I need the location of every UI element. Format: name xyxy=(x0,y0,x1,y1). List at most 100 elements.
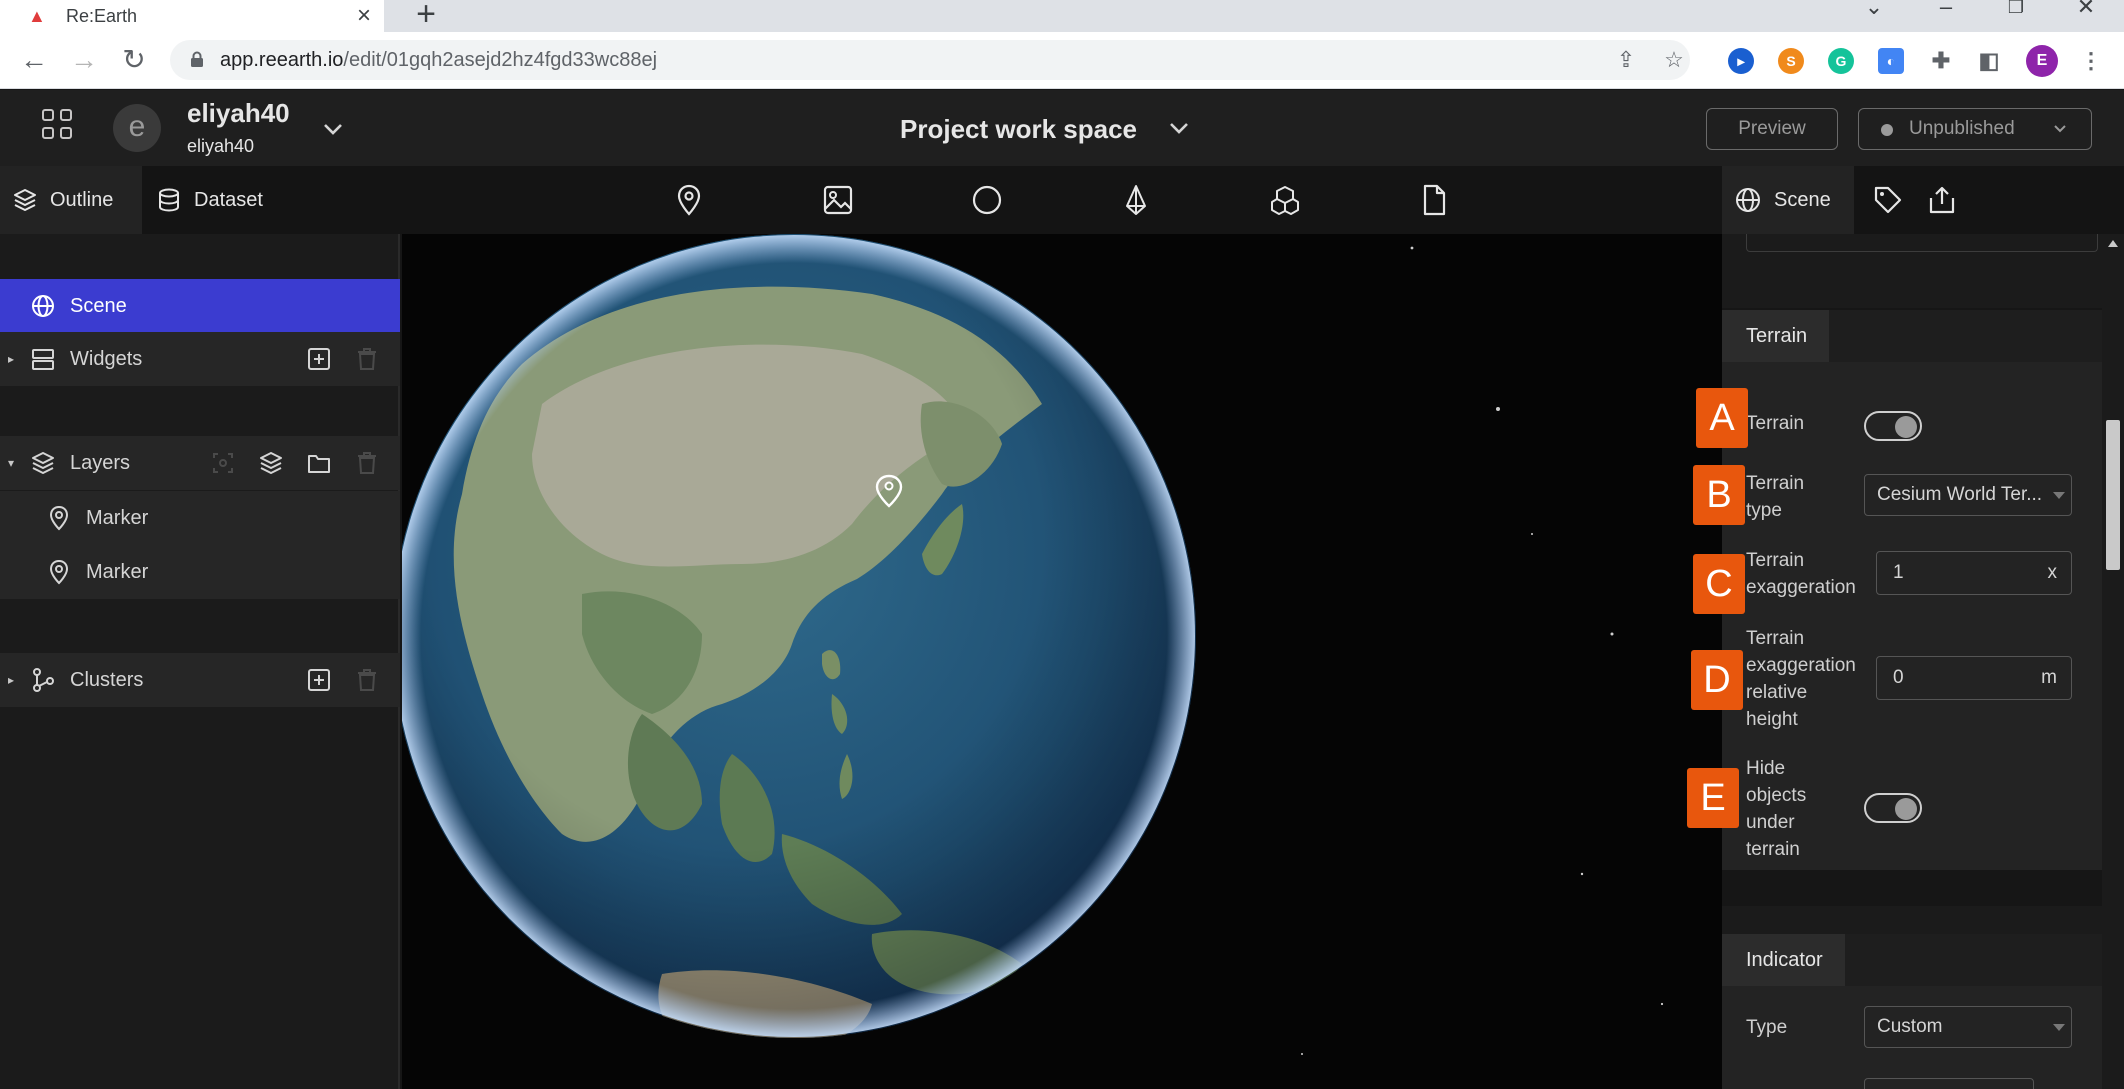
extension-play-icon[interactable]: ▸ xyxy=(1728,48,1754,74)
tab-outline-label: Outline xyxy=(50,188,114,211)
globe-viewport[interactable] xyxy=(402,234,1722,1089)
expand-caret-icon[interactable]: ▸ xyxy=(0,673,22,687)
scrollbar-thumb[interactable] xyxy=(2106,420,2120,570)
collapse-caret-icon[interactable]: ▾ xyxy=(0,456,22,470)
terrain-label: Terrain xyxy=(1746,413,1805,434)
publish-status-label: Unpublished xyxy=(1909,118,2015,139)
close-tab-icon[interactable]: × xyxy=(344,2,384,30)
delete-icon[interactable] xyxy=(354,450,380,476)
address-bar[interactable]: app.reearth.io/edit/01gqh2asejd2hz4fgd33… xyxy=(170,40,1690,80)
add-model-tool-icon[interactable] xyxy=(1119,183,1153,217)
previous-field-input[interactable] xyxy=(1746,234,2098,252)
outline-item-clusters[interactable]: ▸ Clusters xyxy=(0,653,400,707)
globe-icon xyxy=(32,295,54,317)
label-line: Terrain xyxy=(1746,473,1805,494)
add-folder-icon[interactable] xyxy=(306,450,332,476)
forward-icon[interactable]: → xyxy=(66,42,102,78)
add-widget-icon[interactable] xyxy=(306,346,332,372)
add-file-tool-icon[interactable] xyxy=(1417,183,1451,217)
workspace-chevron-down-icon[interactable] xyxy=(320,116,346,142)
outline-item-label: Layers xyxy=(70,451,131,474)
reearth-favicon-icon: ▲ xyxy=(28,6,46,26)
extensions-puzzle-icon[interactable]: ✚ xyxy=(1928,48,1954,74)
app-header: e eliyah40 eliyah40 Project work space P… xyxy=(0,90,2124,166)
back-icon[interactable]: ← xyxy=(16,42,52,78)
tab-search-icon[interactable]: ⌄ xyxy=(1844,0,1904,32)
extension-s-icon[interactable]: S xyxy=(1778,48,1804,74)
tag-icon[interactable] xyxy=(1872,184,1904,216)
url-text: app.reearth.io/edit/01gqh2asejd2hz4fgd33… xyxy=(220,49,657,72)
earth-sphere xyxy=(402,234,1196,1038)
browser-tabbar: ▲ Re:Earth × + ⌄ – ❐ ✕ xyxy=(0,0,2124,32)
add-marker-tool-icon[interactable] xyxy=(672,183,706,217)
clusters-actions xyxy=(306,667,380,693)
delete-icon[interactable] xyxy=(354,667,380,693)
browser-menu-icon[interactable]: ⋮ xyxy=(2078,48,2104,74)
outline-item-widgets[interactable]: ▸ Widgets xyxy=(0,332,400,386)
add-sphere-tool-icon[interactable] xyxy=(970,183,1004,217)
lock-icon xyxy=(191,51,203,67)
terrain-relative-height-input[interactable]: 0 m xyxy=(1876,656,2072,700)
outline-item-scene[interactable]: Scene xyxy=(0,279,400,333)
profile-avatar[interactable]: E xyxy=(2026,45,2058,77)
outline-item-marker[interactable]: Marker xyxy=(0,491,400,545)
browser-toolbar: ← → ↻ app.reearth.io/edit/01gqh2asejd2hz… xyxy=(0,32,2124,89)
dashboard-grid-icon[interactable] xyxy=(42,109,72,139)
export-icon[interactable] xyxy=(1926,184,1958,216)
expand-caret-icon[interactable]: ▸ xyxy=(0,352,22,366)
preview-button[interactable]: Preview xyxy=(1706,108,1838,150)
panel-scrollbar[interactable] xyxy=(2102,234,2124,1089)
new-tab-icon[interactable]: + xyxy=(406,0,446,32)
share-icon[interactable]: ⇪ xyxy=(1612,46,1640,74)
dropdown-arrow-icon xyxy=(2053,1024,2065,1031)
outline-item-label: Clusters xyxy=(70,668,144,691)
hide-objects-toggle[interactable] xyxy=(1864,793,1922,823)
side-panel-icon[interactable]: ◧ xyxy=(1976,48,2002,74)
minimize-icon[interactable]: – xyxy=(1916,0,1976,32)
next-field-input[interactable] xyxy=(1864,1078,2034,1089)
editor-toolbar: Outline Dataset Scene xyxy=(0,166,2124,234)
layers-icon xyxy=(32,452,54,474)
url-path: /edit/01gqh2asejd2hz4fgd33wc88ej xyxy=(343,49,658,71)
indicator-section: Indicator Type Custom xyxy=(1722,934,2102,1089)
terrain-relative-height-label: Terrain exaggeration relative height xyxy=(1746,625,1856,733)
widgets-icon xyxy=(32,349,54,370)
tab-title: Re:Earth xyxy=(66,5,138,26)
add-image-tool-icon[interactable] xyxy=(821,183,855,217)
reload-icon[interactable]: ↻ xyxy=(116,42,152,78)
delete-icon[interactable] xyxy=(354,346,380,372)
grammarly-icon[interactable]: G xyxy=(1828,48,1854,74)
outline-item-marker[interactable]: Marker xyxy=(0,545,400,599)
terrain-exaggeration-input[interactable]: 1 x xyxy=(1876,551,2072,595)
publish-status-button[interactable]: Unpublished xyxy=(1858,108,2092,150)
select-area-icon[interactable] xyxy=(210,450,236,476)
scroll-up-arrow-icon[interactable] xyxy=(2107,238,2119,248)
tab-dataset[interactable]: Dataset xyxy=(156,166,263,234)
terrain-toggle[interactable] xyxy=(1864,411,1922,441)
add-3dtiles-tool-icon[interactable] xyxy=(1268,183,1302,217)
terrain-type-select[interactable]: Cesium World Ter... xyxy=(1864,474,2072,516)
extension-blue-icon[interactable]: ◐ xyxy=(1878,48,1904,74)
workspace-name: eliyah40 xyxy=(187,98,290,128)
indicator-section-title: Indicator xyxy=(1722,934,1845,986)
terrain-exaggeration-label: Terrain exaggeration xyxy=(1746,547,1856,601)
tab-scene[interactable]: Scene xyxy=(1722,166,1854,234)
marker-icon xyxy=(49,559,69,585)
annotation-label-c: C xyxy=(1693,554,1745,614)
add-cluster-icon[interactable] xyxy=(306,667,332,693)
section-divider xyxy=(1722,870,2102,906)
bookmark-star-icon[interactable]: ☆ xyxy=(1660,46,1688,74)
project-title[interactable]: Project work space xyxy=(900,114,1137,145)
layers-icon xyxy=(14,189,36,211)
workspace-avatar[interactable]: e xyxy=(113,104,161,152)
add-layer-icon[interactable] xyxy=(258,450,284,476)
indicator-type-select[interactable]: Custom xyxy=(1864,1006,2072,1048)
close-window-icon[interactable]: ✕ xyxy=(2056,0,2116,32)
terrain-type-label: Terrain type xyxy=(1746,470,1804,524)
outline-item-layers[interactable]: ▾ Layers xyxy=(0,436,400,490)
label-line: Hide xyxy=(1746,758,1786,779)
restore-icon[interactable]: ❐ xyxy=(1986,0,2046,32)
tab-outline[interactable]: Outline xyxy=(0,166,142,234)
browser-tab[interactable]: ▲ Re:Earth × xyxy=(0,0,384,32)
project-chevron-down-icon[interactable] xyxy=(1166,115,1192,141)
